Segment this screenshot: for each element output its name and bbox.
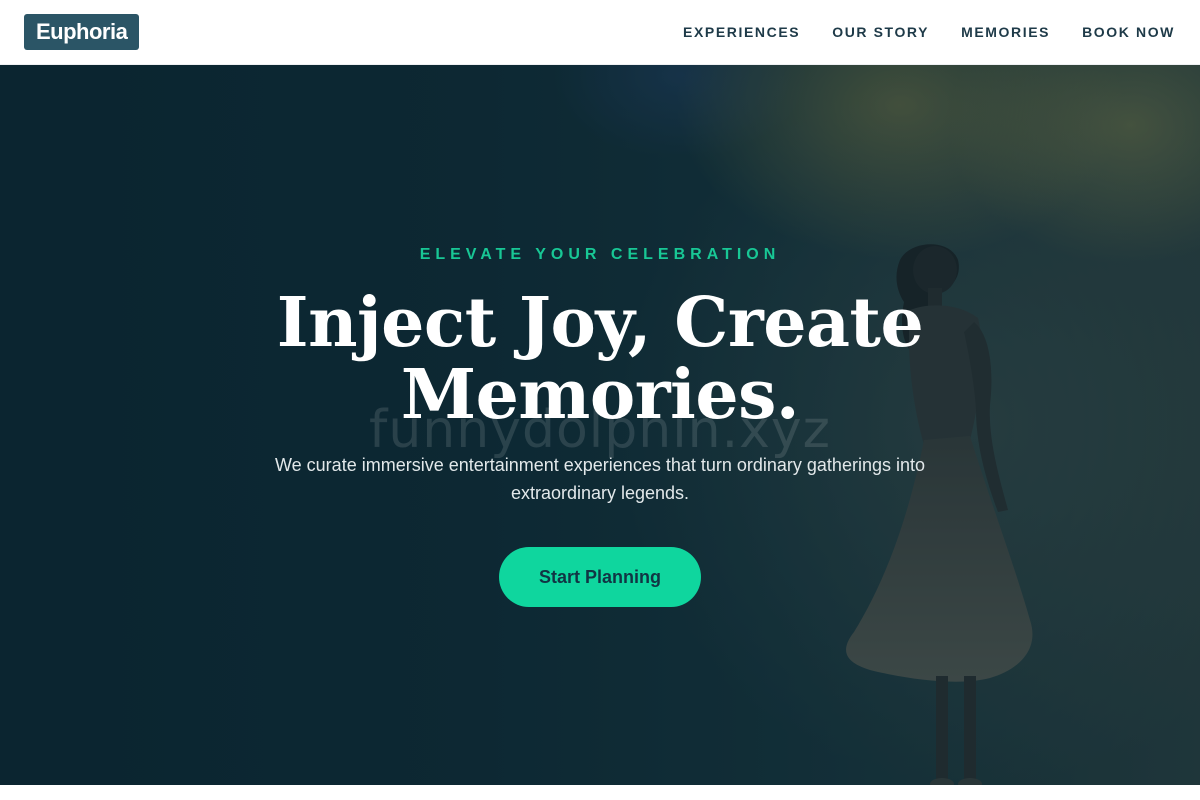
hero-section: ELEVATE YOUR CELEBRATION Inject Joy, Cre… <box>0 65 1200 785</box>
headline-line-1: Inject Joy, Create <box>276 283 924 363</box>
nav-book-now[interactable]: BOOK NOW <box>1082 24 1175 40</box>
hero-subtitle: We curate immersive entertainment experi… <box>275 455 925 503</box>
site-header: Euphoria EXPERIENCES OUR STORY MEMORIES … <box>0 0 1200 65</box>
hero-content: ELEVATE YOUR CELEBRATION Inject Joy, Cre… <box>0 65 1200 785</box>
main-nav: EXPERIENCES OUR STORY MEMORIES BOOK NOW <box>683 24 1175 40</box>
next-section-edge <box>0 785 1200 800</box>
hero-eyebrow: ELEVATE YOUR CELEBRATION <box>419 246 781 263</box>
start-planning-button[interactable]: Start Planning <box>499 547 701 607</box>
nav-our-story[interactable]: OUR STORY <box>832 24 929 40</box>
nav-memories[interactable]: MEMORIES <box>961 24 1050 40</box>
logo[interactable]: Euphoria <box>24 14 140 50</box>
nav-experiences[interactable]: EXPERIENCES <box>683 24 800 40</box>
